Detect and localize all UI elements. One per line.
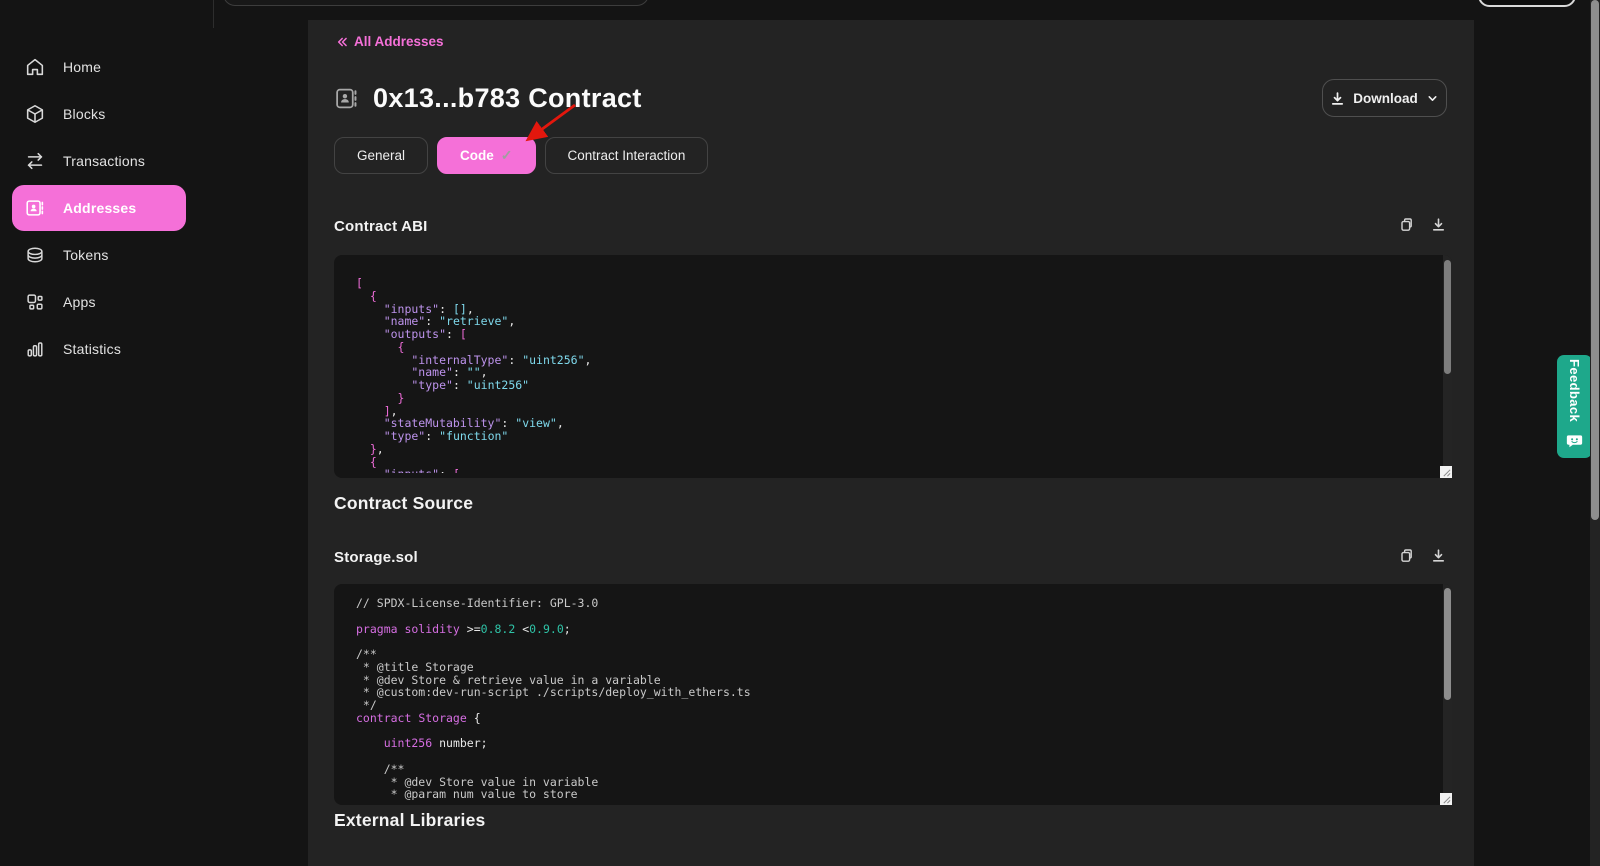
feedback-chat-icon [1566,432,1583,454]
tab-label: General [357,148,405,163]
back-link-label: All Addresses [354,34,444,49]
download-button[interactable]: Download [1322,79,1447,117]
tabs: General Code ✓ Contract Interaction [334,137,708,174]
sidebar-item-label: Home [63,59,101,75]
sidebar-item-label: Blocks [63,106,105,122]
source-file-name: Storage.sol [334,549,418,566]
download-source-button[interactable] [1430,549,1446,565]
sidebar-item-label: Tokens [63,247,109,263]
code-line: [ [356,277,1452,290]
code-line: { [356,456,1452,469]
back-link-all-addresses[interactable]: All Addresses [334,34,444,49]
sidebar-item-tokens[interactable]: Tokens [12,232,186,278]
top-right-button-partial[interactable] [1478,0,1576,7]
code-line: "inputs": [ [356,468,1452,473]
sidebar-item-label: Statistics [63,341,121,357]
sidebar-item-blocks[interactable]: Blocks [12,91,186,137]
code-line: "internalType": "uint256", [356,354,1452,367]
code-line [356,750,1452,763]
tab-code[interactable]: Code ✓ [437,137,535,174]
copy-icon [1399,548,1414,566]
code-line: * @custom:dev-run-script ./scripts/deplo… [356,686,1452,699]
search-bar-partial[interactable] [223,0,649,6]
section-heading-contract-abi: Contract ABI [334,218,428,235]
tab-contract-interaction[interactable]: Contract Interaction [545,137,709,174]
page-scrollbar-thumb[interactable] [1591,0,1599,520]
code-line: "stateMutability": "view", [356,417,1452,430]
tab-general[interactable]: General [334,137,428,174]
code-line: "type": "function" [356,430,1452,443]
code-line: contract Storage { [356,712,1452,725]
source-code-block: // SPDX-License-Identifier: GPL-3.0 prag… [334,584,1452,805]
copy-abi-button[interactable] [1398,218,1414,234]
sidebar-item-label: Apps [63,294,96,310]
chevrons-left-icon [334,35,348,49]
download-abi-button[interactable] [1430,218,1446,234]
download-icon [1330,91,1345,106]
code-line [356,635,1452,648]
page-scrollbar[interactable] [1590,0,1600,866]
code-line: pragma solidity >=0.8.2 <0.9.0; [356,623,1452,636]
code-line: // SPDX-License-Identifier: GPL-3.0 [356,597,1452,610]
code-line: */ [356,699,1452,712]
addresses-icon [23,196,47,220]
sidebar-item-apps[interactable]: Apps [12,279,186,325]
code-line [356,725,1452,738]
section-heading-external-libraries: External Libraries [334,810,485,831]
source-scrollbar-thumb[interactable] [1444,588,1451,700]
apps-icon [23,290,47,314]
home-icon [23,55,47,79]
main-panel: All Addresses 0x13...b783 Contract Downl… [308,20,1474,866]
code-line: uint256 number; [356,737,1452,750]
blocks-icon [23,102,47,126]
feedback-label: Feedback [1567,359,1582,422]
code-line: { [356,290,1452,303]
transactions-icon [23,149,47,173]
download-icon [1431,548,1446,566]
sidebar-item-label: Transactions [63,153,145,169]
feedback-button[interactable]: Feedback [1557,355,1592,458]
page-title: 0x13...b783 Contract [373,83,642,114]
app-root: Home Blocks Transactions Addresses Tokens App… [0,0,1600,866]
section-heading-contract-source: Contract Source [334,493,473,514]
code-line: /** [356,648,1452,661]
contract-icon [334,86,359,111]
sidebar-item-label: Addresses [63,200,136,216]
source-scrollbar[interactable] [1443,584,1452,805]
statistics-icon [23,337,47,361]
abi-code-block: [ { "inputs": [], "name": "retrieve", "o… [334,255,1452,478]
code-line: }, [356,443,1452,456]
sidebar-item-home[interactable]: Home [12,44,186,90]
abi-scrollbar-thumb[interactable] [1444,260,1451,374]
tab-label: Contract Interaction [568,148,686,163]
code-line: * @param num value to store [356,788,1452,800]
download-icon [1431,217,1446,235]
abi-scrollbar[interactable] [1443,255,1452,478]
tokens-icon [23,243,47,267]
code-line: } [356,392,1452,405]
sidebar-item-statistics[interactable]: Statistics [12,326,186,372]
copy-source-button[interactable] [1398,549,1414,565]
sidebar: Home Blocks Transactions Addresses Tokens App… [0,0,220,866]
code-line: "name": "retrieve", [356,315,1452,328]
copy-icon [1399,217,1414,235]
code-line: "outputs": [ [356,328,1452,341]
abi-resize-handle[interactable] [1440,466,1452,478]
sidebar-item-transactions[interactable]: Transactions [12,138,186,184]
code-line: "type": "uint256" [356,379,1452,392]
chevron-down-icon [1426,92,1439,105]
tab-label: Code [460,148,494,163]
source-resize-handle[interactable] [1440,793,1452,805]
code-line: "inputs": [], [356,303,1452,316]
sidebar-item-addresses[interactable]: Addresses [12,185,186,231]
checkmark-icon: ✓ [501,147,513,164]
